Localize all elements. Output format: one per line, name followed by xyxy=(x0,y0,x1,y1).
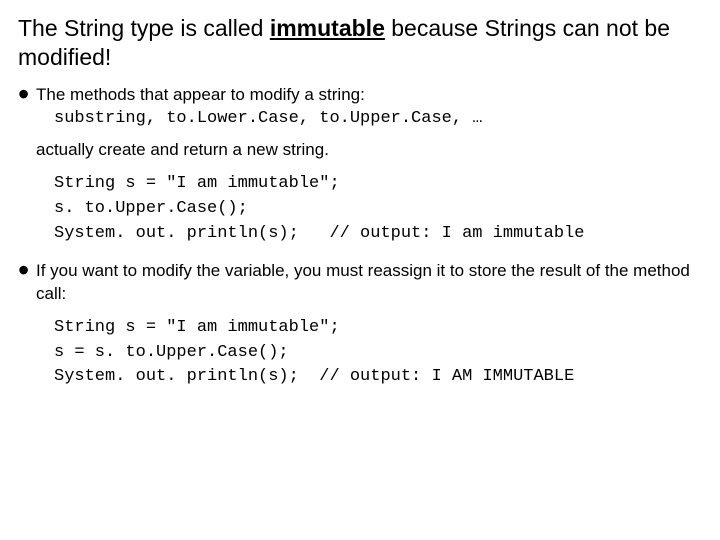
title-emphasis: immutable xyxy=(270,15,385,41)
followup-sentence: actually create and return a new string. xyxy=(18,139,702,162)
bullet-2: If you want to modify the variable, you … xyxy=(18,260,702,306)
bullet-1: The methods that appear to modify a stri… xyxy=(18,84,702,132)
code-block-2: String s = "I am immutable"; s = s. to.U… xyxy=(18,316,702,390)
bullet-1-text: The methods that appear to modify a stri… xyxy=(36,85,365,104)
code-block-1: String s = "I am immutable"; s. to.Upper… xyxy=(18,172,702,246)
bullet-2-text: If you want to modify the variable, you … xyxy=(36,261,690,303)
bullet-1-methods: substring, to.Lower.Case, to.Upper.Case,… xyxy=(36,108,702,131)
title: The String type is called immutable beca… xyxy=(18,14,702,72)
title-pre: The String type is called xyxy=(18,15,270,41)
